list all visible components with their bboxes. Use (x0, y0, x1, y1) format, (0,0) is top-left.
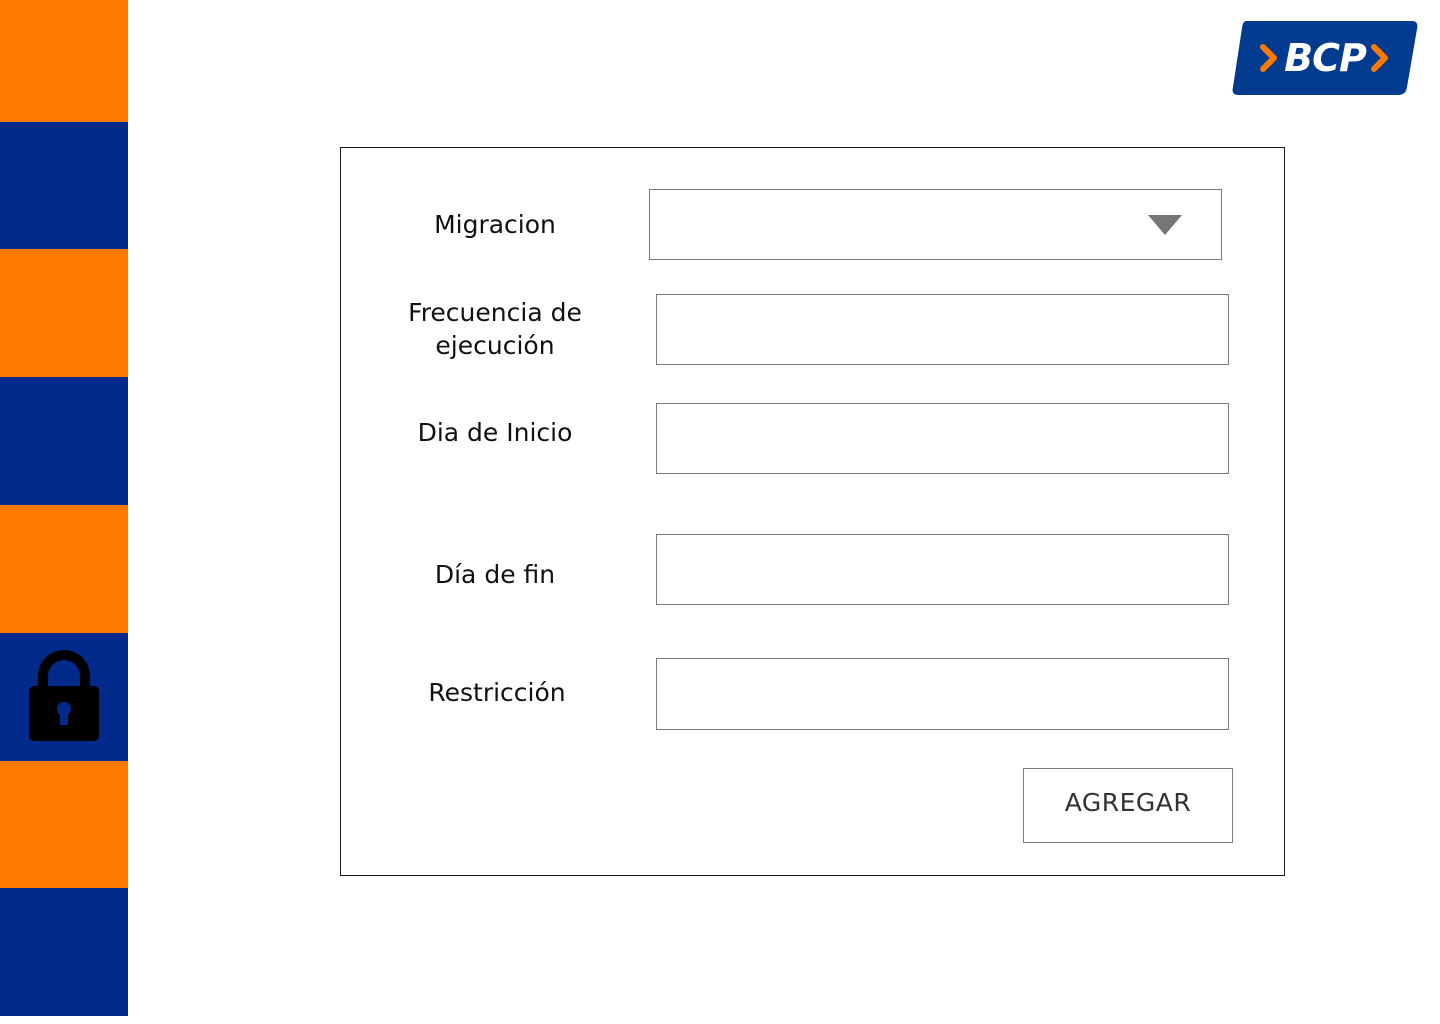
bcp-logo: BCP (1232, 21, 1418, 95)
frecuencia-input[interactable] (657, 295, 1228, 364)
sidebar-stripe (0, 888, 128, 1016)
sidebar-stripe (0, 249, 128, 377)
migracion-label: Migracion (434, 210, 556, 239)
logo-text: BCP (1284, 36, 1367, 80)
dia-inicio-label: Dia de Inicio (417, 418, 573, 447)
sidebar-stripe (0, 122, 128, 249)
dia-fin-label: Día de fin (434, 560, 556, 589)
dia-inicio-input[interactable] (657, 404, 1228, 473)
sidebar (0, 0, 128, 1016)
dia-fin-field[interactable] (656, 534, 1229, 605)
sidebar-stripe (0, 0, 128, 122)
frecuencia-field[interactable] (656, 294, 1229, 365)
dia-fin-input[interactable] (657, 535, 1228, 604)
dia-inicio-field[interactable] (656, 403, 1229, 474)
lock-icon[interactable] (28, 646, 100, 742)
restriccion-input[interactable] (657, 659, 1228, 729)
chevron-down-icon (1148, 215, 1182, 235)
restriccion-label: Restricción (428, 678, 566, 707)
frecuencia-label-line1: Frecuencia de (408, 298, 582, 327)
sidebar-stripe (0, 505, 128, 633)
sidebar-stripe (0, 761, 128, 888)
frecuencia-label: Frecuencia de ejecución (380, 296, 610, 362)
agregar-button[interactable]: AGREGAR (1023, 768, 1233, 843)
restriccion-field[interactable] (656, 658, 1229, 730)
sidebar-stripe (0, 377, 128, 505)
migracion-select[interactable] (649, 189, 1222, 260)
frecuencia-label-line2: ejecución (435, 331, 555, 360)
page: BCP Migracion Frecuencia de ejecución Di… (0, 0, 1440, 1024)
